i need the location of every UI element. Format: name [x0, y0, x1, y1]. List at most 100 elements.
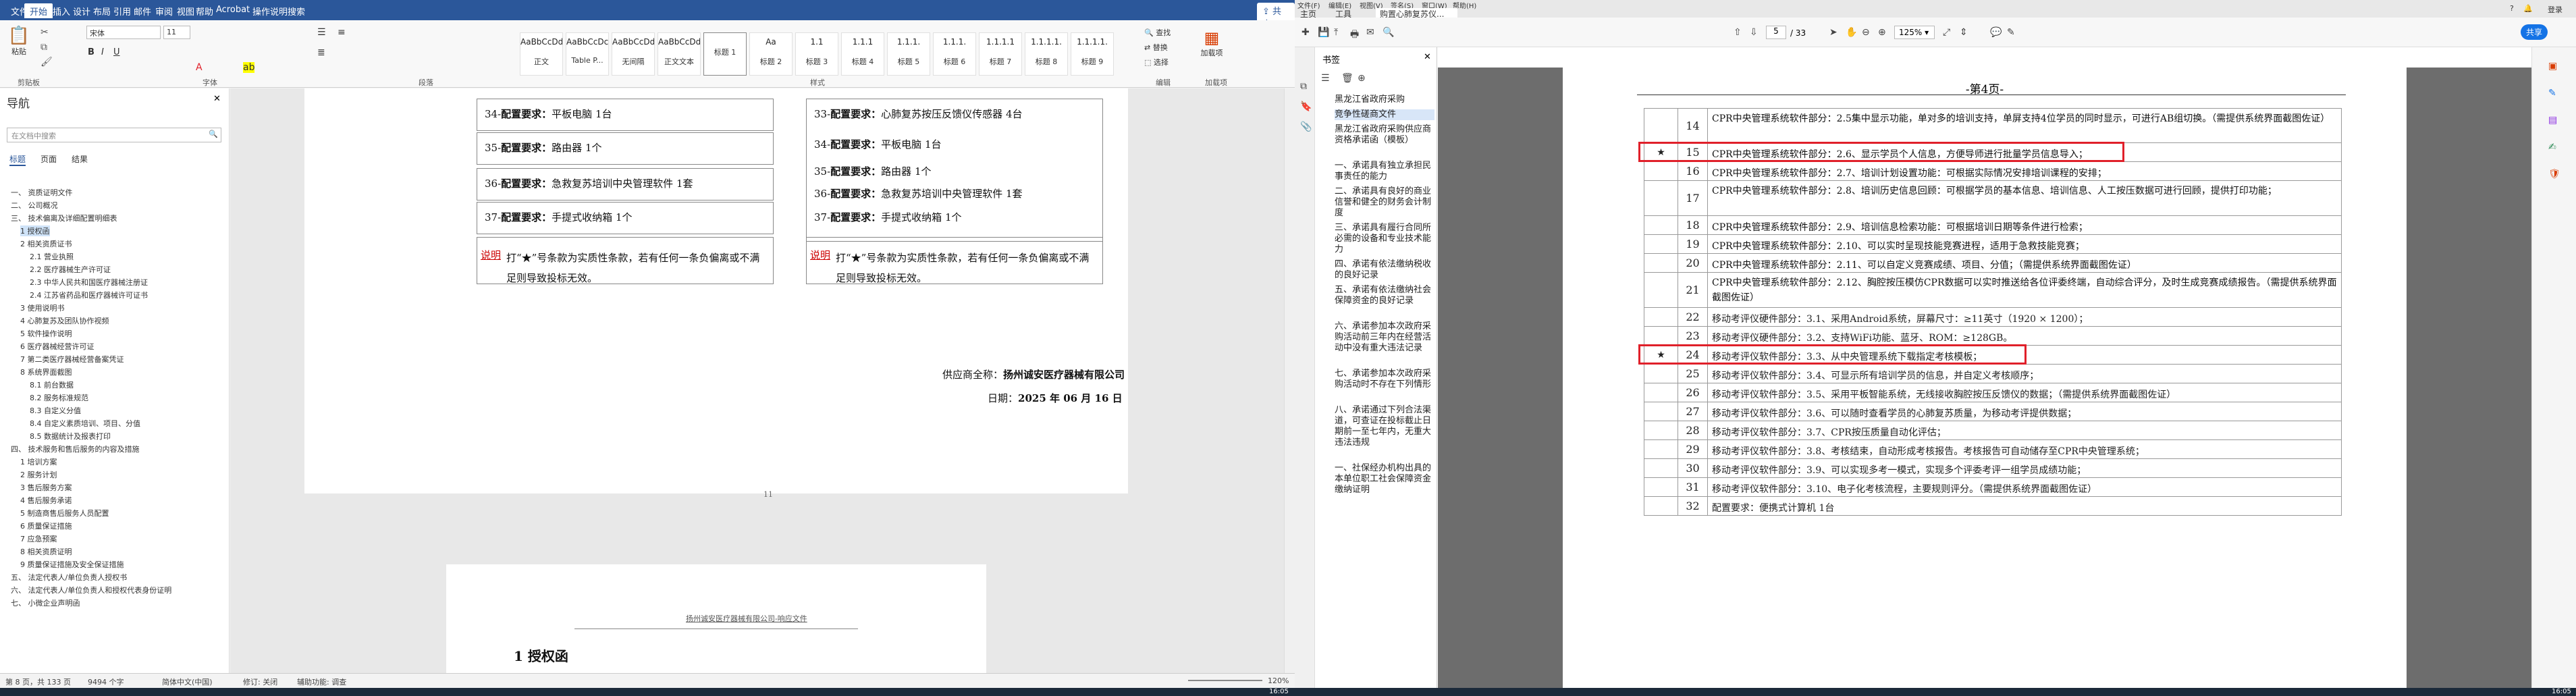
style-item[interactable]: 1.1.1 标题 4	[841, 32, 884, 76]
pen-icon[interactable]: ✎	[2007, 27, 2015, 38]
underline-icon[interactable]: U	[113, 47, 120, 57]
style-item[interactable]: Aa 标题 2	[749, 32, 793, 76]
nav-heading-item[interactable]: 8.1 前台数据	[30, 379, 74, 390]
nav-heading-item[interactable]: 7 第二类医疗器械经营备案凭证	[20, 354, 124, 365]
nav-heading-item[interactable]: 3 使用说明书	[20, 302, 65, 313]
upload-icon[interactable]: ⤒	[1334, 27, 1338, 38]
delete-bookmark-icon[interactable]: 🗑	[1341, 73, 1353, 84]
email-icon[interactable]: ✉	[1366, 27, 1374, 38]
font-color-icon[interactable]: A	[196, 62, 203, 73]
highlight-icon[interactable]: ab	[243, 62, 255, 73]
organize-icon[interactable]: ▤	[2548, 115, 2557, 126]
cut-icon[interactable]: ✂	[41, 27, 49, 38]
align-icon[interactable]: ≣	[317, 47, 325, 58]
style-item[interactable]: 1.1.1. 标题 5	[887, 32, 930, 76]
bookmark-item[interactable]: 二、承诺具有良好的商业信誉和健全的财务会计制度	[1335, 186, 1434, 219]
bookmark-item[interactable]: 三、承诺具有履行合同所必需的设备和专业技术能力	[1335, 223, 1434, 255]
help-icon[interactable]: ?	[2510, 4, 2514, 13]
search-icon[interactable]: 🔍	[1383, 27, 1394, 38]
export-icon[interactable]: ▣	[2548, 61, 2557, 72]
nav-heading-item[interactable]: 2.1 营业执照	[30, 251, 74, 262]
nav-heading-item[interactable]: 7 应急预案	[20, 533, 57, 544]
nav-heading-item[interactable]: 2.4 江苏省药品和医疗器械许可证书	[30, 290, 148, 300]
bookmark-item[interactable]: 竞争性磋商文件	[1335, 109, 1434, 120]
nav-heading-item[interactable]: 四、 技术服务和售后服务的内容及措施	[11, 444, 140, 454]
select-tool-icon[interactable]: ➤	[1829, 27, 1837, 38]
nav-heading-item[interactable]: 8.4 自定义素质培训、项目、分值	[30, 418, 140, 429]
nav-heading-item[interactable]: 五、 法定代表人/单位负责人授权书	[11, 572, 127, 583]
nav-heading-item[interactable]: 6 医疗器械经营许可证	[20, 341, 95, 352]
nav-heading-item[interactable]: 三、 技术偏离及详细配置明细表	[11, 213, 117, 223]
pdf-share-button[interactable]: 共享	[2521, 24, 2548, 40]
print-icon[interactable]: 🖶	[1350, 27, 1359, 43]
find-button[interactable]: 🔍 查找	[1144, 27, 1185, 38]
hand-tool-icon[interactable]: ✋	[1846, 27, 1857, 38]
nav-heading-item[interactable]: 8.5 数据统计及报表打印	[30, 431, 111, 441]
status-accessibility[interactable]: 辅助功能: 调查	[297, 676, 346, 687]
status-language[interactable]: 简体中文(中国)	[162, 676, 213, 687]
nav-heading-item[interactable]: 一、 资质证明文件	[11, 187, 73, 198]
nav-heading-item[interactable]: 2.2 医疗器械生产许可证	[30, 264, 111, 275]
nav-search-input[interactable]: 在文档中搜索 🔍	[7, 128, 221, 142]
style-item[interactable]: AaBbCcDd 无间隔	[612, 32, 655, 76]
font-size-select[interactable]: 11	[163, 26, 190, 39]
bookmark-item[interactable]: 一、社保经办机构出具的本单位职工社会保障资金缴纳证明	[1335, 463, 1434, 496]
fit-icon[interactable]: ⤢	[1943, 27, 1950, 38]
style-item[interactable]: 1.1.1.1 标题 7	[979, 32, 1022, 76]
style-item[interactable]: AaBbCcDd 正文文本	[658, 32, 701, 76]
status-words[interactable]: 9494 个字	[88, 676, 124, 687]
bookmark-item[interactable]: 四、承诺有依法缴纳税收的良好记录	[1335, 259, 1434, 281]
new-bookmark-icon[interactable]: ⊕	[1358, 73, 1366, 84]
doc-scrollbar[interactable]	[1284, 88, 1295, 673]
italic-icon[interactable]: I	[101, 47, 104, 57]
bookmark-item[interactable]: 黑龙江省政府采购	[1335, 95, 1434, 105]
replace-button[interactable]: ⇄ 替换	[1144, 42, 1185, 53]
status-track-changes[interactable]: 修订: 关闭	[243, 676, 277, 687]
status-zoom[interactable]: 120%	[1268, 676, 1289, 685]
style-item[interactable]: 标题 1	[703, 32, 747, 76]
nav-heading-item[interactable]: 六、 法定代表人/单位负责人和授权代表身份证明	[11, 585, 171, 595]
copy-icon[interactable]: ⧉	[41, 42, 47, 53]
comment-icon[interactable]: 💬	[1990, 27, 2002, 38]
nav-heading-item[interactable]: 5 制造商售后服务人员配置	[20, 508, 109, 518]
style-item[interactable]: 1.1.1. 标题 6	[933, 32, 976, 76]
nav-heading-item[interactable]: 2 服务计划	[20, 469, 57, 480]
zoom-slider[interactable]	[1188, 680, 1262, 681]
style-item[interactable]: AaBbCcDc Table P...	[566, 32, 609, 76]
bookmark-item[interactable]: 黑龙江省政府采购供应商资格承诺函（模板）	[1335, 124, 1434, 146]
bookmark-item[interactable]: 八、承诺通过下列合法渠道，可查证在投标截止日期前一至七年内，无重大违法违规	[1335, 405, 1434, 448]
nav-heading-item[interactable]: 9 质量保证措施及安全保证措施	[20, 559, 124, 570]
paste-button[interactable]: 📋 粘贴	[5, 26, 32, 66]
nav-heading-item[interactable]: 2 相关资质证书	[20, 238, 72, 249]
save-icon[interactable]: 💾	[1318, 27, 1329, 38]
prev-page-icon[interactable]: ⇧	[1734, 27, 1742, 38]
nav-heading-item[interactable]: 1 授权函	[20, 225, 50, 236]
login-button[interactable]: 登录	[2548, 4, 2562, 15]
nav-heading-item[interactable]: 4 售后服务承诺	[20, 495, 72, 506]
nav-heading-item[interactable]: 8.3 自定义分值	[30, 405, 81, 416]
nav-heading-item[interactable]: 8 相关资质证明	[20, 546, 72, 557]
addins-button[interactable]: ▦ 加载项	[1198, 28, 1225, 58]
nav-heading-item[interactable]: 4 心肺复苏及团队协作视频	[20, 315, 109, 326]
status-page[interactable]: 第 8 页，共 133 页	[5, 676, 71, 687]
close-nav-icon[interactable]: ✕	[213, 94, 221, 104]
numbering-icon[interactable]: ≡	[338, 27, 346, 38]
nav-tab[interactable]: 页面	[41, 153, 57, 165]
style-item[interactable]: 1.1 标题 3	[795, 32, 838, 76]
bookmark-options-icon[interactable]: ☰	[1321, 73, 1330, 84]
nav-heading-item[interactable]: 5 软件操作说明	[20, 328, 72, 339]
bookmark-icon[interactable]: 🔖	[1300, 101, 1312, 112]
nav-heading-item[interactable]: 8.2 服务标准规范	[30, 392, 88, 403]
attachment-icon[interactable]: 📎	[1300, 122, 1312, 132]
nav-heading-item[interactable]: 七、 小微企业声明函	[11, 597, 80, 608]
format-painter-icon[interactable]: 🖌	[41, 57, 53, 68]
nav-heading-item[interactable]: 6 质量保证措施	[20, 520, 72, 531]
zoom-out-icon[interactable]: ⊖	[1862, 27, 1870, 38]
thumbnails-icon[interactable]: ⧉	[1300, 81, 1307, 92]
bold-icon[interactable]: B	[88, 47, 95, 57]
scroll-mode-icon[interactable]: ⇕	[1960, 27, 1968, 38]
bell-icon[interactable]: 🔔	[2523, 4, 2533, 13]
nav-tab[interactable]: 结果	[72, 153, 88, 165]
fill-sign-icon[interactable]: ✍	[2548, 142, 2556, 153]
close-bookmarks-icon[interactable]: ✕	[1424, 52, 1431, 62]
